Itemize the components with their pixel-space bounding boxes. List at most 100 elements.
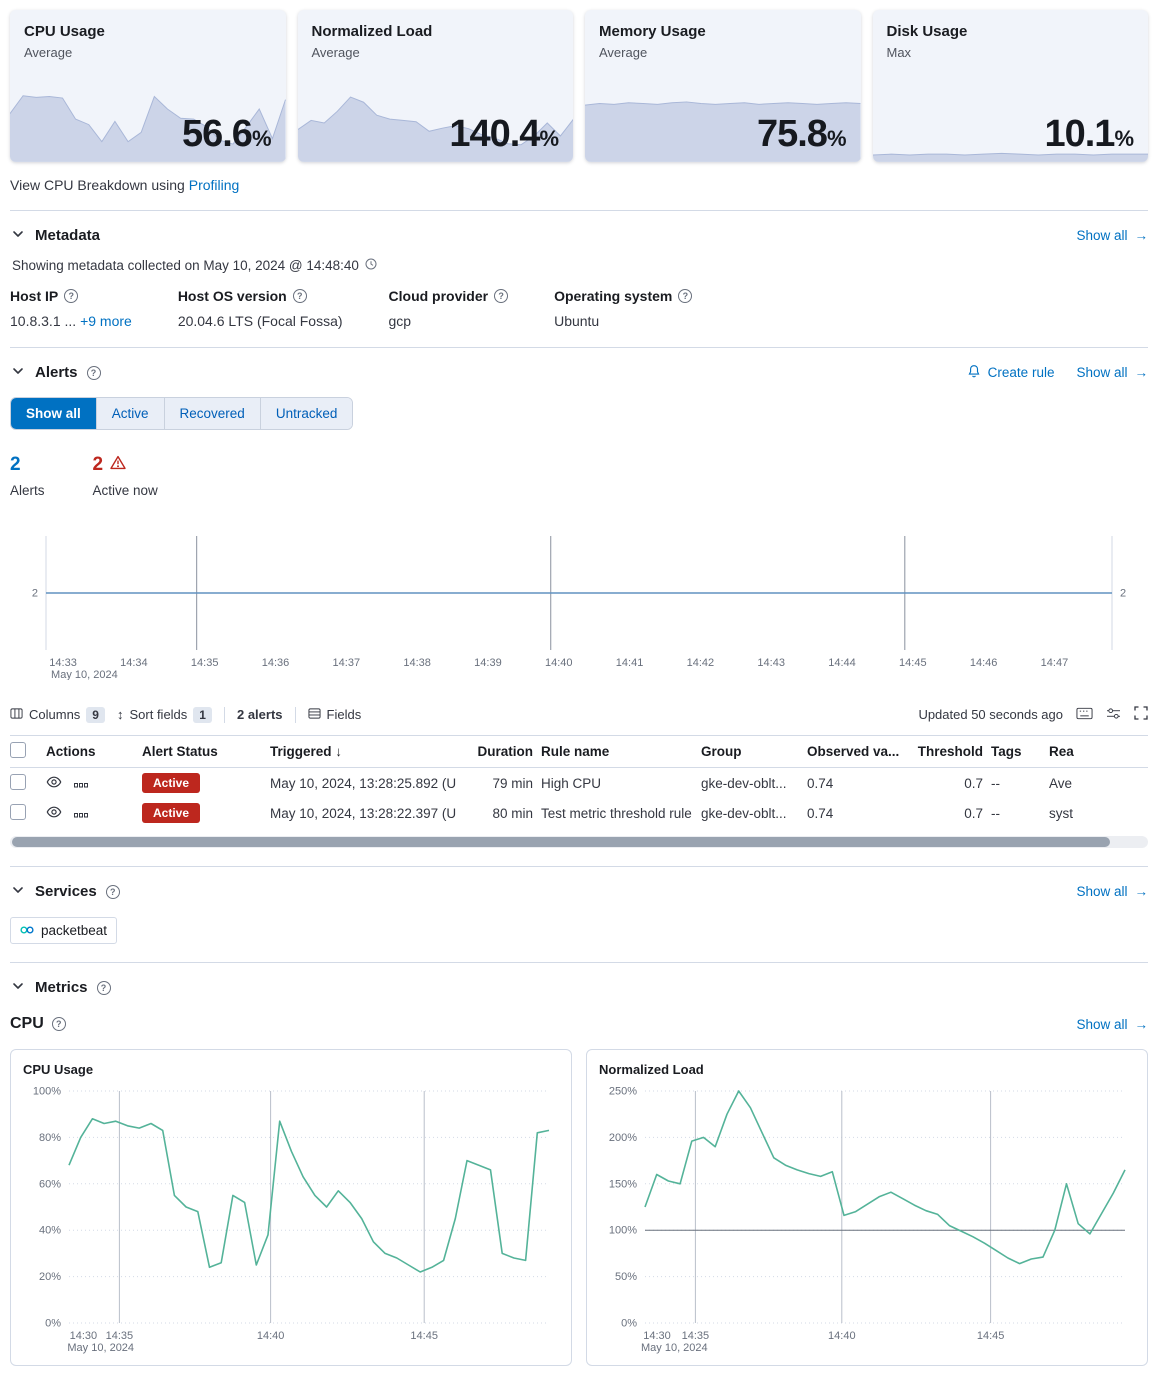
header-reason[interactable]: Rea bbox=[1049, 744, 1148, 759]
services-section: Services ? Show all→ packetbeat bbox=[10, 866, 1148, 962]
sort-icon: ↕ bbox=[117, 707, 124, 722]
metrics-show-all-link[interactable]: Show all→ bbox=[1076, 1017, 1148, 1032]
more-actions-button[interactable] bbox=[74, 776, 88, 791]
svg-text:14:36: 14:36 bbox=[262, 657, 290, 669]
metrics-collapse-button[interactable] bbox=[10, 978, 26, 997]
profiling-link[interactable]: Profiling bbox=[189, 177, 240, 193]
field-label: Host OS version bbox=[178, 288, 287, 304]
metadata-collected-text: Showing metadata collected on May 10, 20… bbox=[12, 258, 1148, 273]
service-badge-packetbeat[interactable]: packetbeat bbox=[10, 917, 117, 944]
normalized-load-chart-panel: Normalized Load 0%50%100%150%200%250%14:… bbox=[586, 1049, 1148, 1366]
alerts-count: 2 bbox=[10, 454, 45, 476]
metadata-field-cloud-provider: Cloud provider? gcp bbox=[389, 288, 509, 329]
services-show-all-link[interactable]: Show all→ bbox=[1076, 884, 1148, 899]
svg-text:100%: 100% bbox=[609, 1225, 637, 1237]
field-value: 20.04.6 LTS (Focal Fossa) bbox=[178, 313, 343, 329]
metadata-section: Metadata Show all→ Showing metadata coll… bbox=[10, 210, 1148, 347]
columns-button[interactable]: Columns 9 bbox=[10, 707, 105, 723]
header-observed-value[interactable]: Observed va... bbox=[807, 744, 909, 759]
alerts-show-all-link[interactable]: Show all→ bbox=[1076, 365, 1148, 380]
tab-recovered[interactable]: Recovered bbox=[165, 398, 261, 429]
svg-text:80%: 80% bbox=[39, 1132, 61, 1144]
field-value: 10.8.3.1 ... bbox=[10, 313, 76, 329]
kpi-card-cpu-usage[interactable]: CPU Usage Average 56.6% bbox=[10, 10, 286, 162]
row-checkbox[interactable] bbox=[10, 804, 26, 820]
packetbeat-icon bbox=[20, 923, 34, 938]
cell-duration: 79 min bbox=[475, 776, 541, 791]
tab-show-all[interactable]: Show all bbox=[11, 398, 97, 429]
alerts-collapse-button[interactable] bbox=[10, 363, 26, 382]
cell-triggered: May 10, 2024, 13:28:25.892 (U bbox=[270, 776, 475, 791]
metadata-collapse-button[interactable] bbox=[10, 226, 26, 245]
eye-icon bbox=[46, 804, 62, 823]
header-alert-status[interactable]: Alert Status bbox=[142, 744, 270, 759]
horizontal-scrollbar[interactable] bbox=[10, 836, 1148, 848]
scrollbar-thumb[interactable] bbox=[12, 837, 1110, 847]
cell-duration: 80 min bbox=[475, 806, 541, 821]
normalized-load-chart[interactable]: 0%50%100%150%200%250%14:3014:3514:4014:4… bbox=[599, 1081, 1135, 1359]
help-icon[interactable]: ? bbox=[106, 885, 120, 899]
display-options-button[interactable] bbox=[1106, 707, 1121, 723]
tab-untracked[interactable]: Untracked bbox=[261, 398, 353, 429]
header-tags[interactable]: Tags bbox=[991, 744, 1049, 759]
fullscreen-button[interactable] bbox=[1134, 706, 1148, 723]
svg-text:0%: 0% bbox=[621, 1318, 637, 1330]
kpi-card-disk-usage[interactable]: Disk Usage Max 10.1% bbox=[873, 10, 1149, 162]
sliders-icon bbox=[1106, 707, 1121, 723]
metadata-show-all-link[interactable]: Show all→ bbox=[1076, 228, 1148, 243]
svg-text:14:35: 14:35 bbox=[191, 657, 219, 669]
svg-text:14:41: 14:41 bbox=[616, 657, 644, 669]
services-collapse-button[interactable] bbox=[10, 882, 26, 901]
alerts-count-block: 2 Alerts bbox=[10, 454, 45, 498]
more-ips-link[interactable]: +9 more bbox=[80, 313, 132, 329]
fullscreen-icon bbox=[1134, 706, 1148, 723]
header-triggered[interactable]: Triggered ↓ bbox=[270, 744, 475, 759]
header-threshold[interactable]: Threshold bbox=[909, 744, 991, 759]
help-icon[interactable]: ? bbox=[494, 289, 508, 303]
row-checkbox[interactable] bbox=[10, 774, 26, 790]
field-label: Operating system bbox=[554, 288, 672, 304]
help-icon[interactable]: ? bbox=[52, 1017, 66, 1031]
kpi-card-normalized-load[interactable]: Normalized Load Average 140.4% bbox=[298, 10, 574, 162]
svg-text:14:33: 14:33 bbox=[49, 657, 77, 669]
keyboard-shortcuts-button[interactable] bbox=[1076, 707, 1093, 723]
fields-button[interactable]: Fields bbox=[308, 707, 362, 723]
view-alert-button[interactable] bbox=[46, 804, 62, 823]
svg-text:14:45: 14:45 bbox=[977, 1330, 1005, 1342]
metrics-title: Metrics bbox=[35, 979, 88, 996]
kpi-card-memory-usage[interactable]: Memory Usage Average 75.8% bbox=[585, 10, 861, 162]
header-rule-name[interactable]: Rule name bbox=[541, 744, 701, 759]
arrow-right-icon: → bbox=[1135, 1017, 1149, 1032]
svg-text:14:45: 14:45 bbox=[410, 1330, 438, 1342]
svg-text:14:43: 14:43 bbox=[757, 657, 785, 669]
help-icon[interactable]: ? bbox=[678, 289, 692, 303]
create-rule-link[interactable]: Create rule bbox=[967, 364, 1055, 382]
status-badge[interactable]: Active bbox=[142, 803, 200, 823]
svg-text:200%: 200% bbox=[609, 1132, 637, 1144]
svg-text:60%: 60% bbox=[39, 1178, 61, 1190]
alerts-title: Alerts bbox=[35, 364, 78, 381]
header-group[interactable]: Group bbox=[701, 744, 807, 759]
alerts-timeline-chart[interactable]: 14:3314:3414:3514:3614:3714:3814:3914:40… bbox=[10, 530, 1148, 680]
kpi-subtitle: Max bbox=[887, 45, 1135, 60]
sort-fields-button[interactable]: ↕ Sort fields 1 bbox=[117, 707, 212, 723]
status-badge[interactable]: Active bbox=[142, 773, 200, 793]
svg-text:14:46: 14:46 bbox=[970, 657, 998, 669]
cell-threshold: 0.7 bbox=[909, 806, 991, 821]
cpu-subsection-title: CPU bbox=[10, 1015, 44, 1033]
kpi-value: 56.6% bbox=[182, 113, 272, 156]
help-icon[interactable]: ? bbox=[87, 366, 101, 380]
alerts-count-label: Alerts bbox=[10, 483, 45, 498]
view-alert-button[interactable] bbox=[46, 774, 62, 793]
tab-active[interactable]: Active bbox=[97, 398, 165, 429]
svg-text:40%: 40% bbox=[39, 1225, 61, 1237]
cpu-usage-chart[interactable]: 0%20%40%60%80%100%14:3014:3514:4014:45Ma… bbox=[23, 1081, 559, 1359]
more-actions-button[interactable] bbox=[74, 806, 88, 821]
help-icon[interactable]: ? bbox=[293, 289, 307, 303]
svg-text:14:40: 14:40 bbox=[257, 1330, 285, 1342]
select-all-checkbox[interactable] bbox=[10, 742, 26, 758]
help-icon[interactable]: ? bbox=[97, 981, 111, 995]
header-duration[interactable]: Duration bbox=[475, 744, 541, 759]
boxes-horizontal-icon bbox=[74, 776, 88, 791]
help-icon[interactable]: ? bbox=[64, 289, 78, 303]
